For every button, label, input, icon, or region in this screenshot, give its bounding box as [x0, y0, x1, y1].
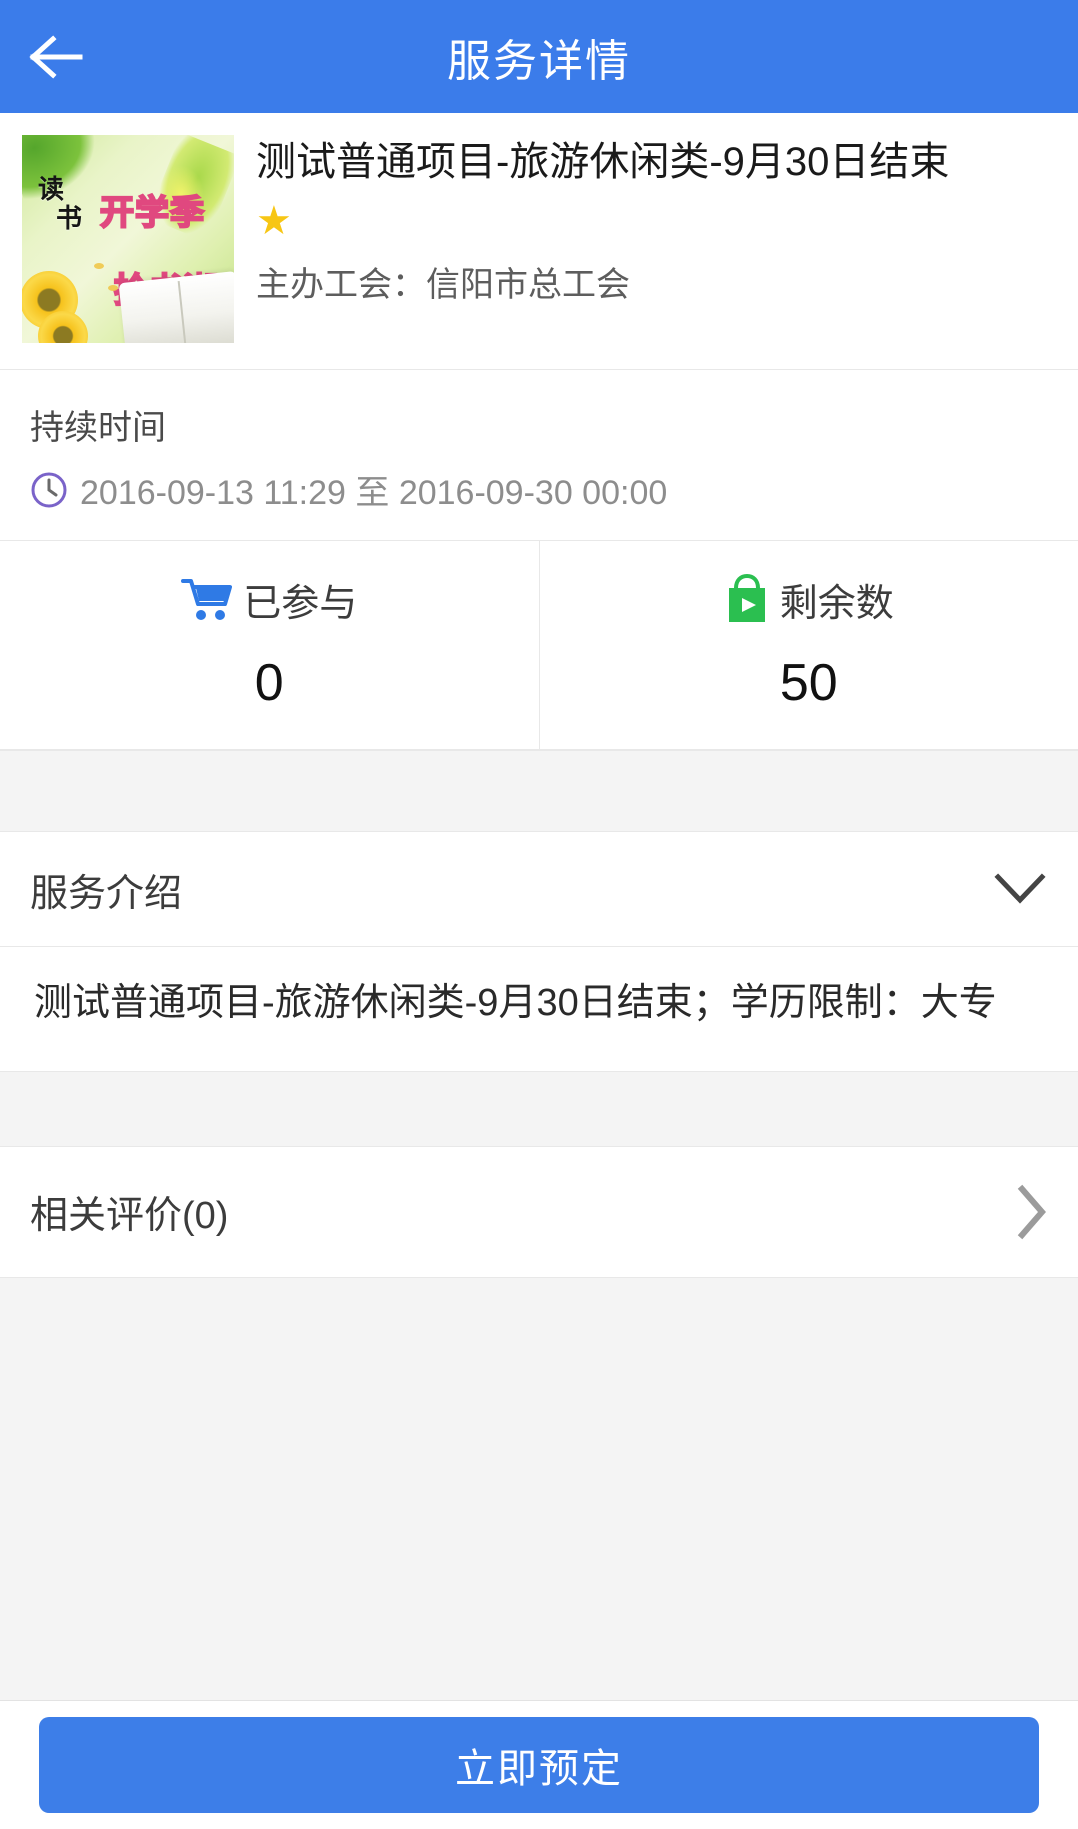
- petal-decoration: [108, 285, 118, 291]
- clock-icon: [31, 472, 67, 507]
- duration-section: 持续时间 2016-09-13 11:29 至 2016-09-30 00:00: [0, 370, 1078, 540]
- product-info: 测试普通项目-旅游休闲类-9月30日结束 ★ 主办工会：信阳市总工会: [256, 135, 1056, 343]
- shopping-cart-icon: [181, 579, 233, 620]
- service-description: 测试普通项目-旅游休闲类-9月30日结束；学历限制：大专: [0, 947, 1078, 1071]
- organizer-label: 主办工会：信阳市总工会: [256, 266, 630, 305]
- shopping-bag-icon: [728, 574, 765, 622]
- thumbnail-calligraphy-line1: 读: [38, 175, 65, 205]
- star-icon: ★: [256, 199, 292, 244]
- stat-header: 剩余数: [540, 571, 1078, 627]
- bottom-filler: [0, 1276, 1078, 1700]
- promo-thumbnail: 读 书 开学季 抢书潮: [22, 135, 234, 343]
- chevron-right-icon: [1017, 1184, 1046, 1240]
- chevron-down-icon: [994, 873, 1046, 904]
- app-header: 服务详情: [0, 0, 1078, 113]
- duration-row: 2016-09-13 11:29 至 2016-09-30 00:00: [30, 465, 1048, 514]
- stat-label: 剩余数: [779, 582, 894, 625]
- thumbnail-slogan-line1: 开学季: [99, 192, 205, 234]
- arrow-left-icon: [29, 34, 83, 79]
- stat-participated: 已参与 0: [0, 541, 539, 749]
- stat-value: 0: [254, 654, 284, 712]
- product-title: 测试普通项目-旅游休闲类-9月30日结束: [256, 140, 950, 184]
- service-intro-toggle[interactable]: 服务介绍: [0, 832, 1078, 947]
- petal-decoration: [94, 263, 104, 269]
- service-intro-label: 服务介绍: [30, 872, 183, 915]
- stat-label: 已参与: [243, 582, 358, 625]
- open-book-decoration: [118, 271, 234, 343]
- footer-bar: 立即预定: [0, 1700, 1078, 1829]
- duration-title: 持续时间: [30, 409, 166, 447]
- service-detail-screen: 服务详情 读 书 开学季 抢书潮 测试普通项目-旅游休闲类-9月30日结束 ★ …: [0, 0, 1078, 1829]
- stats-section: 已参与 0 剩余数 50: [0, 540, 1078, 750]
- thumbnail-calligraphy-line2: 书: [56, 204, 83, 235]
- duration-value: 2016-09-13 11:29 至 2016-09-30 00:00: [80, 474, 668, 512]
- back-button[interactable]: [0, 0, 110, 113]
- stat-value: 50: [779, 654, 838, 712]
- rating-stars: ★: [256, 199, 1056, 243]
- reviews-label: 相关评价(0): [30, 1195, 229, 1238]
- page-title: 服务详情: [447, 36, 631, 86]
- section-spacer: [0, 1070, 1078, 1147]
- stat-remaining: 剩余数 50: [538, 541, 1078, 749]
- section-spacer: [0, 750, 1078, 832]
- book-now-button[interactable]: 立即预定: [39, 1717, 1039, 1813]
- thumbnail-calligraphy: 读 书: [38, 175, 83, 235]
- product-summary: 读 书 开学季 抢书潮 测试普通项目-旅游休闲类-9月30日结束 ★ 主办工会：…: [0, 113, 1078, 370]
- reviews-row[interactable]: 相关评价(0): [0, 1146, 1078, 1277]
- stat-header: 已参与: [0, 571, 539, 627]
